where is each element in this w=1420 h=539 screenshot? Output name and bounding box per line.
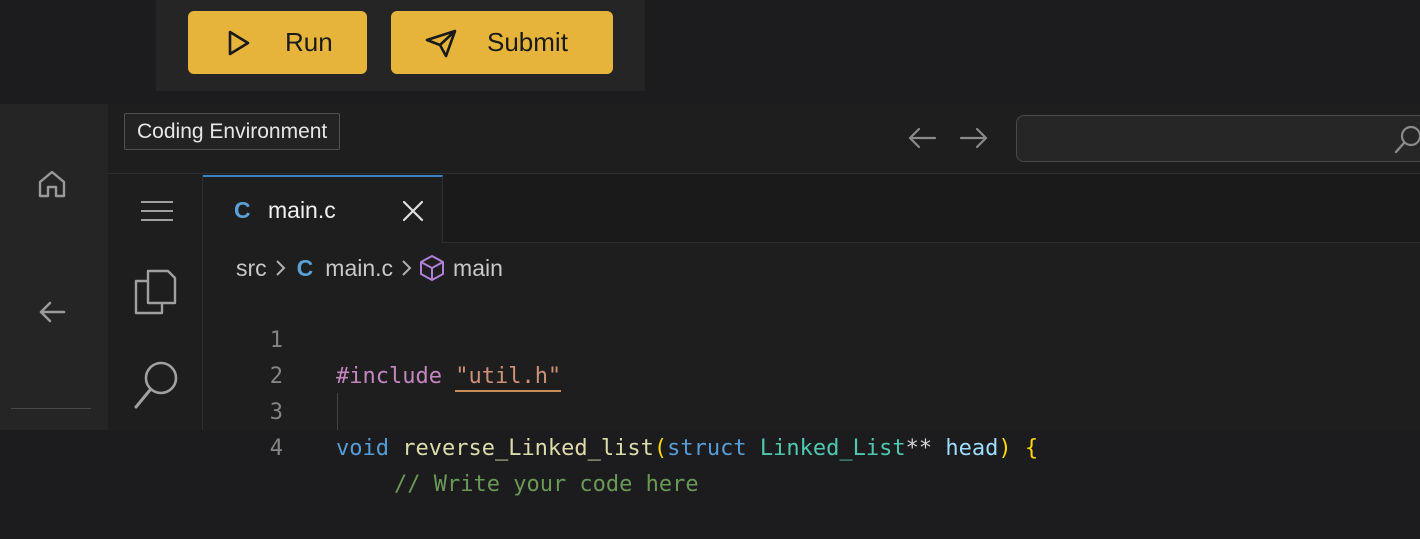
- breadcrumb-symbol[interactable]: main: [453, 255, 503, 282]
- paren: ): [998, 436, 1012, 461]
- menu-icon[interactable]: [140, 200, 174, 222]
- keyword: void: [336, 436, 389, 461]
- keyword: struct: [667, 436, 747, 461]
- paren: (: [653, 436, 668, 461]
- indent-guide: [337, 393, 338, 430]
- nav-back-icon[interactable]: [906, 125, 938, 151]
- line-number: 4: [269, 436, 283, 461]
- activity-bar-divider: [11, 408, 91, 409]
- chevron-right-icon: [399, 258, 413, 278]
- chevron-right-icon: [273, 258, 287, 278]
- home-icon[interactable]: [35, 167, 69, 201]
- run-button-label: Run: [285, 27, 333, 57]
- send-icon: [425, 29, 457, 58]
- tab-main-c[interactable]: C main.c: [203, 175, 443, 243]
- editor-tab-bar: C main.c: [203, 175, 1420, 243]
- c-file-icon: C: [234, 197, 251, 223]
- tab-filename: main.c: [268, 197, 336, 223]
- function-name: reverse_Linked_list: [402, 436, 654, 461]
- nav-forward-icon[interactable]: [958, 125, 990, 151]
- submit-button[interactable]: Submit: [391, 11, 613, 74]
- comment: // Write your code here: [394, 472, 699, 497]
- code-line: 3 void reverse_Linked_list(struct Linked…: [203, 359, 1420, 461]
- pointer-operator: **: [905, 436, 933, 461]
- code-line: 2: [203, 323, 1420, 389]
- top-bar: Run Submit: [0, 0, 1420, 104]
- explorer-strip: [108, 175, 203, 430]
- play-icon: [228, 30, 250, 56]
- code-line: 1 #include "util.h": [203, 287, 1420, 392]
- breadcrumb-file[interactable]: main.c: [325, 255, 393, 282]
- search-icon[interactable]: [132, 359, 180, 415]
- brace: {: [1024, 436, 1039, 461]
- breadcrumb-folder[interactable]: src: [236, 255, 267, 282]
- cube-icon: [419, 254, 445, 282]
- coding-environment-tooltip: Coding Environment: [124, 113, 341, 150]
- c-file-icon: C: [296, 254, 314, 281]
- parameter: head: [945, 436, 999, 461]
- command-search[interactable]: [1016, 115, 1420, 162]
- code-editor: C main.c src C main.c main 1 #include "u…: [203, 175, 1420, 497]
- run-button[interactable]: Run: [188, 11, 367, 74]
- breadcrumb: src C main.c main: [236, 253, 503, 283]
- copy-files-icon[interactable]: [132, 265, 178, 317]
- type-name: Linked_List: [759, 436, 906, 461]
- code-line: 4 // Write your code here: [203, 395, 1420, 497]
- search-icon: [1394, 125, 1420, 154]
- submit-button-label: Submit: [487, 27, 568, 57]
- activity-bar: [0, 104, 108, 430]
- close-icon[interactable]: [401, 199, 425, 223]
- back-arrow-icon[interactable]: [37, 299, 67, 325]
- command-search-input[interactable]: [1027, 124, 1387, 154]
